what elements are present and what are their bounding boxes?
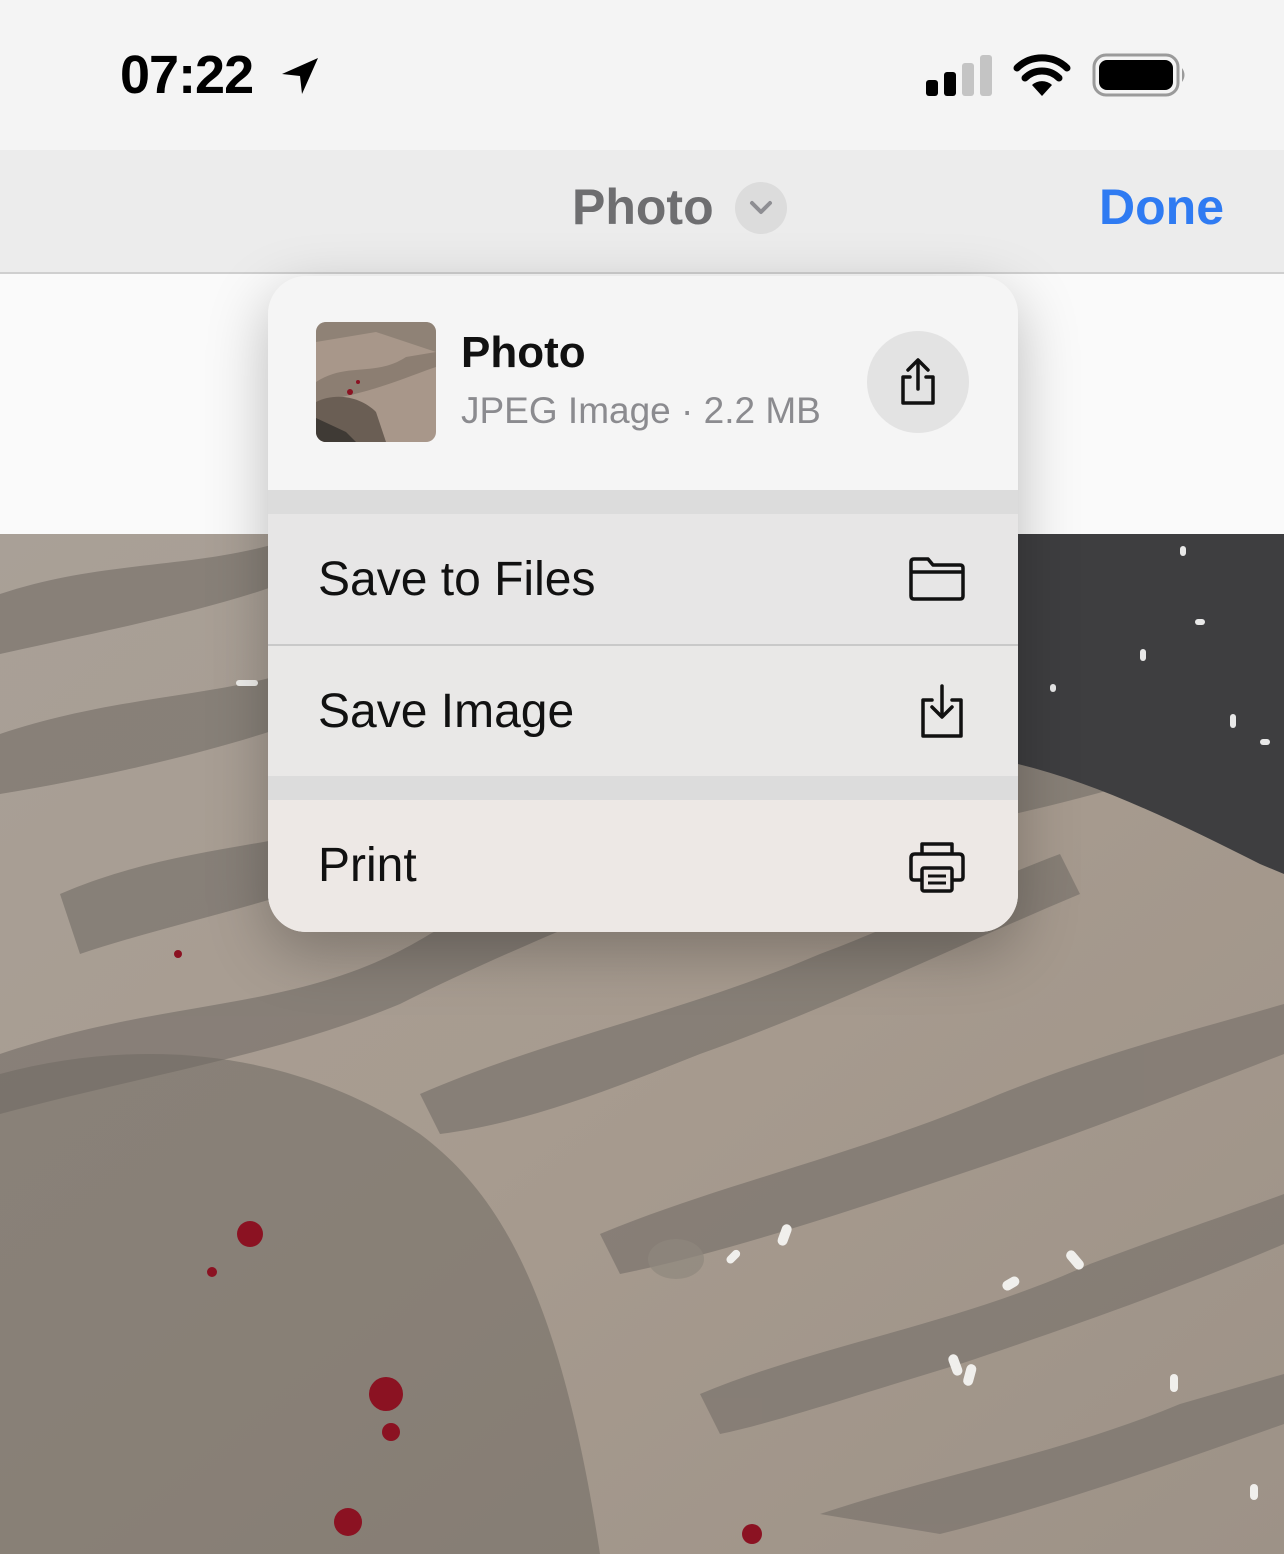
menu-header: Photo JPEG Image · 2.2 MB: [268, 276, 1018, 490]
wifi-icon: [1013, 54, 1071, 96]
menu-section-separator: [268, 776, 1018, 800]
status-bar: 07:22: [0, 0, 1284, 150]
file-name: Photo: [461, 328, 586, 377]
menu-item-print[interactable]: Print: [268, 800, 1018, 932]
done-button[interactable]: Done: [1099, 178, 1224, 236]
printer-icon: [909, 842, 965, 893]
menu-item-label: Print: [318, 839, 417, 892]
share-context-menu: Photo JPEG Image · 2.2 MB Save to Files …: [268, 276, 1018, 932]
battery-icon: [1092, 53, 1185, 97]
menu-item-label: Save Image: [318, 685, 575, 738]
menu-item-save-image[interactable]: Save Image: [268, 646, 1018, 776]
folder-icon: [909, 557, 965, 601]
nav-title[interactable]: Photo: [572, 178, 714, 236]
navigation-bar: Photo Done: [0, 150, 1284, 274]
photo-thumbnail: [316, 322, 436, 442]
title-menu-button[interactable]: [735, 182, 787, 234]
location-arrow-icon: [282, 58, 318, 94]
download-icon: [921, 684, 963, 738]
menu-section-separator: [268, 490, 1018, 514]
file-meta: JPEG Image · 2.2 MB: [461, 390, 821, 431]
menu-item-label: Save to Files: [318, 553, 596, 606]
share-icon: [901, 358, 935, 405]
menu-item-save-to-files[interactable]: Save to Files: [268, 514, 1018, 644]
cellular-signal-icon: [926, 55, 992, 96]
status-time: 07:22: [120, 45, 254, 105]
share-button[interactable]: [867, 331, 969, 433]
chevron-down-icon: [750, 201, 772, 214]
